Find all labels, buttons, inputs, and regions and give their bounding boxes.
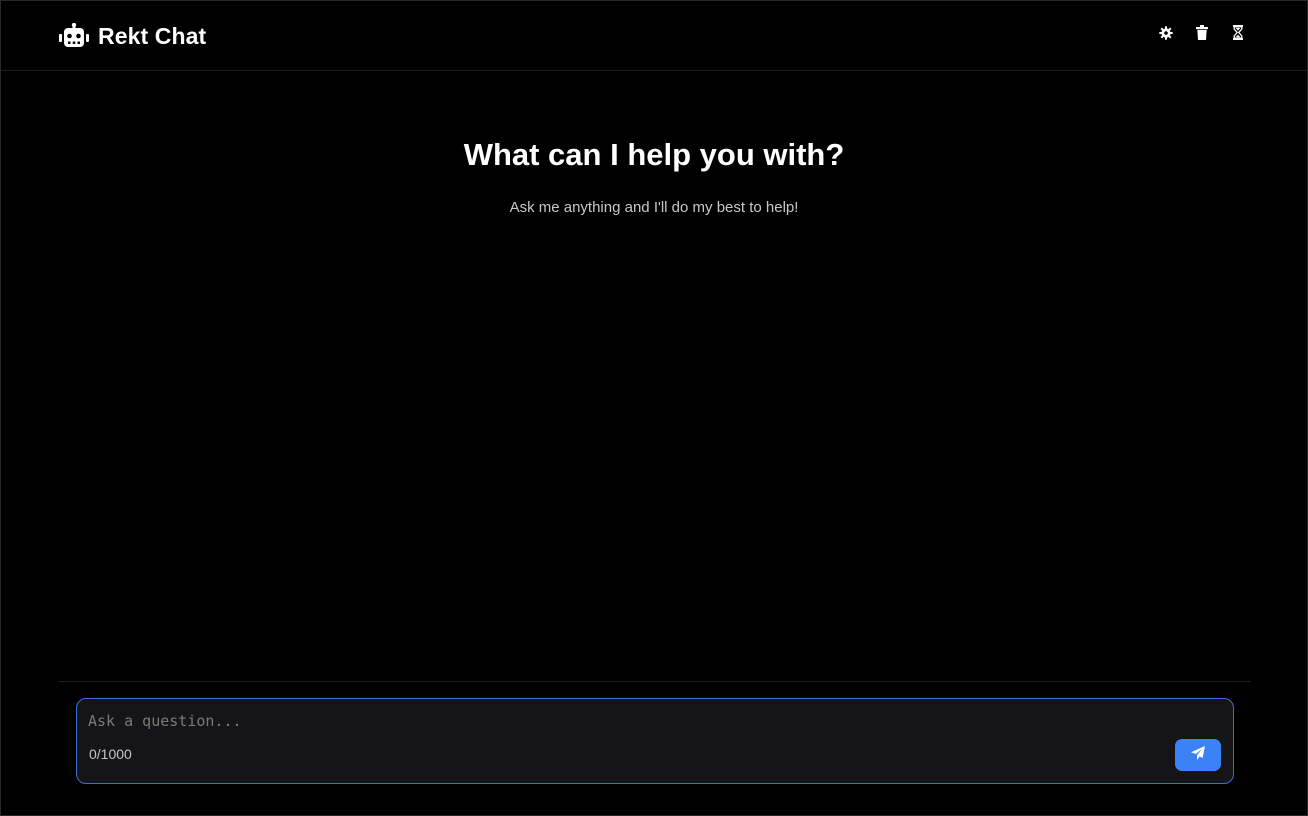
character-counter: 0/1000: [89, 746, 132, 762]
gear-icon: [1159, 25, 1173, 45]
clear-chat-button[interactable]: [1195, 25, 1209, 45]
hourglass-icon: [1233, 25, 1243, 45]
app-title: Rekt Chat: [98, 22, 207, 49]
message-composer: 0/1000: [76, 698, 1234, 784]
trash-icon: [1196, 25, 1208, 45]
paper-plane-icon: [1190, 745, 1206, 766]
app-header: Rekt Chat: [1, 1, 1307, 71]
history-button[interactable]: [1231, 25, 1245, 45]
settings-button[interactable]: [1159, 25, 1173, 45]
welcome-title: What can I help you with?: [463, 137, 845, 172]
welcome-subtitle: Ask me anything and I'll do my best to h…: [509, 199, 799, 216]
welcome-section: What can I help you with? Ask me anythin…: [1, 131, 1307, 216]
brand: Rekt Chat: [58, 20, 206, 52]
composer-divider: [58, 681, 1251, 682]
send-button[interactable]: [1175, 739, 1221, 771]
header-actions: [1159, 25, 1245, 45]
robot-icon: [58, 22, 90, 49]
question-input[interactable]: [88, 709, 1148, 733]
chat-app: Rekt Chat What can I help you with? Ask …: [0, 0, 1308, 816]
